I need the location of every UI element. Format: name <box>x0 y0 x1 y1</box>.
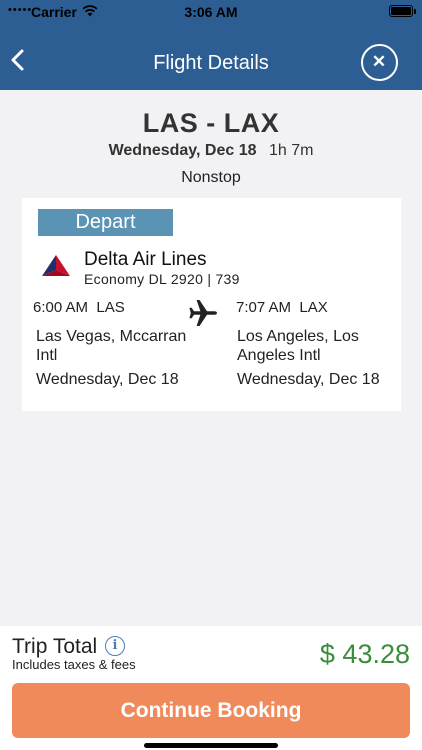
info-icon[interactable]: i <box>105 636 125 656</box>
stops-label: Nonstop <box>181 169 241 186</box>
total-price: $ 43.28 <box>319 639 410 669</box>
status-bar: ••••• Carrier 3:06 AM <box>0 0 422 24</box>
close-icon: ✕ <box>371 52 387 71</box>
delta-logo-icon <box>42 255 70 276</box>
close-button[interactable]: ✕ <box>361 44 398 81</box>
continue-booking-button[interactable]: Continue Booking <box>12 683 410 738</box>
trip-duration: 1h 7m <box>268 142 314 159</box>
airline-name: Delta Air Lines <box>84 249 207 270</box>
flight-leg-card: Depart Delta Air Lines Economy DL 2920 |… <box>22 198 401 411</box>
navigation-bar: ••••• Carrier 3:06 AM Flight Details ✕ <box>0 0 422 90</box>
departure-date: Wednesday, Dec 18 <box>36 371 179 388</box>
booking-footer: Trip Total i Includes taxes & fees $ 43.… <box>0 626 422 750</box>
trip-date: Wednesday, Dec 18 <box>108 142 257 159</box>
status-time: 3:06 AM <box>184 4 238 20</box>
trip-total-label: Trip Total <box>12 635 98 658</box>
page-title: Flight Details <box>153 52 269 74</box>
taxes-note: Includes taxes & fees <box>12 657 136 672</box>
arrival-time: 7:07 AM <box>236 299 292 316</box>
departure-time: 6:00 AM <box>33 299 89 316</box>
battery-icon <box>389 5 416 17</box>
arrival-time-row: 7:07 AM LAX <box>236 299 328 316</box>
route-title: LAS - LAX <box>142 108 280 138</box>
departure-code: LAS <box>96 299 125 316</box>
fare-info: Economy DL 2920 | 739 <box>84 271 240 287</box>
departure-airport: Las Vegas, Mccarran Intl <box>36 328 187 364</box>
home-indicator <box>144 743 278 748</box>
depart-badge: Depart <box>38 209 173 236</box>
arrival-code: LAX <box>299 299 328 316</box>
arrival-date: Wednesday, Dec 18 <box>237 371 380 388</box>
arrival-airport: Los Angeles, Los Angeles Intl <box>237 328 359 364</box>
trip-subheading: Wednesday, Dec 18 1h 7m <box>0 142 422 160</box>
airplane-icon <box>189 300 217 326</box>
departure-time-row: 6:00 AM LAS <box>33 299 125 316</box>
